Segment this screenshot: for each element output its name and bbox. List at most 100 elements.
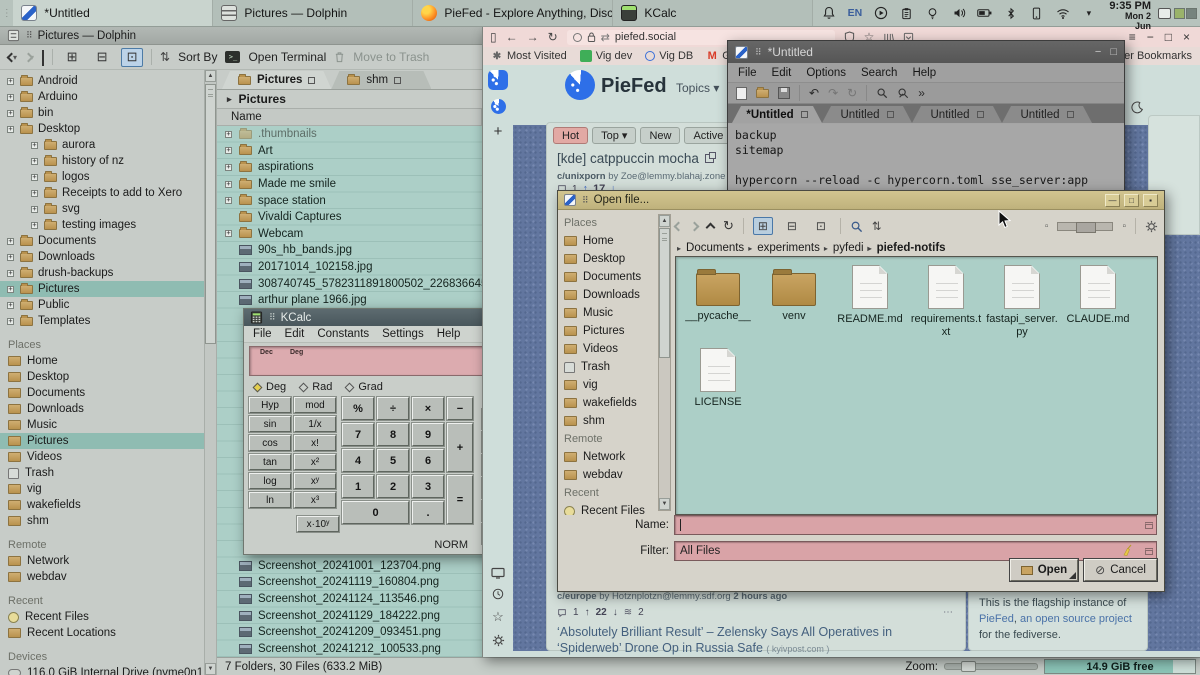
taskbar-window-button[interactable]: PieFed - Explore Anything, Discuss ... bbox=[413, 0, 613, 26]
expander-icon[interactable] bbox=[31, 222, 38, 229]
settings-gear-icon[interactable] bbox=[492, 634, 505, 647]
calc-key-3[interactable]: 3 bbox=[412, 475, 444, 498]
crosspost-icon[interactable]: ≋ bbox=[624, 607, 632, 618]
titlebar-menu-icon[interactable]: ⠿ bbox=[582, 195, 588, 206]
places-item[interactable]: Trash bbox=[0, 465, 204, 481]
bluetooth-icon[interactable] bbox=[1003, 6, 1018, 21]
menu-file[interactable]: File bbox=[253, 328, 272, 340]
keyboard-layout-indicator[interactable]: EN bbox=[847, 6, 862, 21]
calc-key[interactable]: xʸ bbox=[294, 473, 336, 489]
calc-key[interactable]: x! bbox=[294, 435, 336, 451]
calc-key-exp[interactable]: x·10ʸ bbox=[297, 516, 339, 532]
feed-sort-tab[interactable]: Active bbox=[684, 127, 732, 144]
expander-icon[interactable] bbox=[225, 181, 232, 188]
expander-icon[interactable] bbox=[7, 110, 14, 117]
compact-view-button[interactable]: ⊟ bbox=[91, 48, 113, 67]
expander-icon[interactable] bbox=[225, 164, 232, 171]
sidebar-scrollbar[interactable]: ▲ ▼ bbox=[204, 70, 217, 675]
places-item[interactable]: Network bbox=[0, 553, 204, 569]
places-item[interactable]: Recent Files bbox=[0, 609, 204, 625]
maximize-icon[interactable]: □ bbox=[1124, 194, 1139, 207]
calc-key[interactable]: cos bbox=[249, 435, 291, 451]
calc-key-1[interactable]: 1 bbox=[342, 475, 374, 498]
breadcrumb-item[interactable]: experiments bbox=[748, 242, 820, 254]
calc-key[interactable]: Hyp bbox=[249, 397, 291, 413]
expander-icon[interactable] bbox=[7, 78, 14, 85]
close-icon[interactable]: × bbox=[1183, 30, 1190, 44]
notifications-bell-icon[interactable] bbox=[821, 6, 836, 21]
post-more-icon[interactable]: ⋯ bbox=[943, 607, 955, 618]
sort-by-button[interactable]: Sort By bbox=[178, 50, 217, 64]
calc-key[interactable]: ln bbox=[249, 492, 291, 508]
places-item[interactable]: webdav bbox=[0, 569, 204, 585]
forward-button[interactable]: ▾ bbox=[25, 53, 34, 62]
undo-icon[interactable]: ↶ bbox=[809, 86, 819, 100]
dialog-places-item[interactable]: Desktop bbox=[564, 250, 658, 268]
clipboard-icon[interactable] bbox=[899, 6, 914, 21]
open-source-link[interactable]: an open source project bbox=[1020, 613, 1132, 625]
wifi-icon[interactable] bbox=[1055, 6, 1070, 21]
mode-grad[interactable]: Grad bbox=[346, 381, 382, 393]
places-item[interactable]: Desktop bbox=[0, 369, 204, 385]
breadcrumb-item[interactable]: piefed-notifs bbox=[868, 242, 946, 254]
battery-icon[interactable] bbox=[977, 6, 992, 21]
tree-item[interactable]: Arduino bbox=[0, 89, 204, 105]
open-terminal-button[interactable]: Open Terminal bbox=[248, 50, 326, 64]
tree-item[interactable]: aurora bbox=[0, 137, 204, 153]
dialog-places-item[interactable]: Recent Files bbox=[564, 502, 658, 515]
dialog-places-item[interactable]: Home bbox=[564, 232, 658, 250]
back-icon[interactable]: ← bbox=[506, 30, 518, 44]
scroll-down-button[interactable]: ▼ bbox=[659, 498, 670, 510]
places-item[interactable]: Music bbox=[0, 417, 204, 433]
author-link[interactable]: Zoe@lemmy.blahaj.zone bbox=[621, 171, 726, 182]
forward-button[interactable] bbox=[690, 221, 700, 231]
menu-edit[interactable]: Edit bbox=[772, 67, 792, 79]
titlebar-menu-icon[interactable]: ⠿ bbox=[269, 312, 275, 323]
menu-options[interactable]: Options bbox=[806, 67, 846, 79]
tray-expand-caret-icon[interactable]: ▾ bbox=[1081, 6, 1096, 21]
media-player-icon[interactable] bbox=[873, 6, 888, 21]
permissions-icon[interactable] bbox=[573, 33, 582, 42]
cancel-button[interactable]: ⊘ Cancel bbox=[1084, 559, 1157, 581]
dialog-places-item[interactable]: Trash bbox=[564, 358, 658, 376]
tracking-icon[interactable]: ⇄ bbox=[601, 31, 610, 44]
device-kdeconnect-icon[interactable] bbox=[1029, 6, 1044, 21]
tree-item[interactable]: Public bbox=[0, 297, 204, 313]
replace-icon[interactable] bbox=[897, 87, 909, 99]
dialog-places-item[interactable]: Remote bbox=[564, 430, 658, 448]
terminal-icon[interactable]: >_ bbox=[225, 51, 240, 63]
bookmark-item[interactable]: Vig DB bbox=[645, 50, 693, 62]
dialog-file-item[interactable]: LICENSE bbox=[680, 348, 756, 409]
calc-key-percent[interactable]: % bbox=[342, 397, 374, 420]
dialog-places-item[interactable]: Recent bbox=[564, 484, 658, 502]
places-item[interactable]: 116.0 GiB Internal Drive (nvme0n1p2) bbox=[0, 665, 204, 675]
calc-key-0[interactable]: 0 bbox=[342, 501, 409, 524]
topics-menu[interactable]: Topics ▾ bbox=[676, 81, 719, 95]
calc-key-decimal[interactable]: . bbox=[412, 501, 444, 524]
tab-close-icon[interactable] bbox=[1067, 111, 1074, 118]
find-icon[interactable] bbox=[876, 87, 888, 99]
breadcrumb-item[interactable]: Documents bbox=[677, 242, 744, 254]
mode-rad[interactable]: Rad bbox=[300, 381, 332, 393]
add-icon[interactable]: + bbox=[494, 123, 503, 140]
calc-key-4[interactable]: 4 bbox=[342, 449, 374, 472]
tree-item[interactable]: svg bbox=[0, 201, 204, 217]
details-view-button[interactable]: ⊡ bbox=[121, 48, 143, 67]
places-item[interactable]: shm bbox=[0, 513, 204, 529]
menu-settings[interactable]: Settings bbox=[382, 328, 424, 340]
calc-key-minus[interactable]: − bbox=[447, 397, 473, 420]
scroll-up-button[interactable]: ▲ bbox=[205, 70, 216, 82]
places-item[interactable]: Remote bbox=[0, 537, 204, 553]
back-button[interactable] bbox=[674, 221, 684, 231]
feed-sort-tab[interactable]: Top ▾ bbox=[592, 127, 636, 144]
dialog-places-item[interactable]: Music bbox=[564, 304, 658, 322]
tree-item[interactable]: Pictures bbox=[0, 281, 204, 297]
community-link[interactable]: c/europe bbox=[557, 591, 597, 602]
post-title[interactable]: ‘Absolutely Brilliant Result’ – Zelensky… bbox=[547, 618, 965, 656]
feed-sort-tab[interactable]: Hot bbox=[553, 127, 588, 144]
calc-key-8[interactable]: 8 bbox=[377, 423, 409, 446]
editor-tab[interactable]: Untitled bbox=[1002, 106, 1092, 123]
up-button[interactable] bbox=[42, 50, 44, 64]
expander-icon[interactable] bbox=[7, 126, 14, 133]
open-button[interactable]: Open bbox=[1010, 559, 1078, 581]
